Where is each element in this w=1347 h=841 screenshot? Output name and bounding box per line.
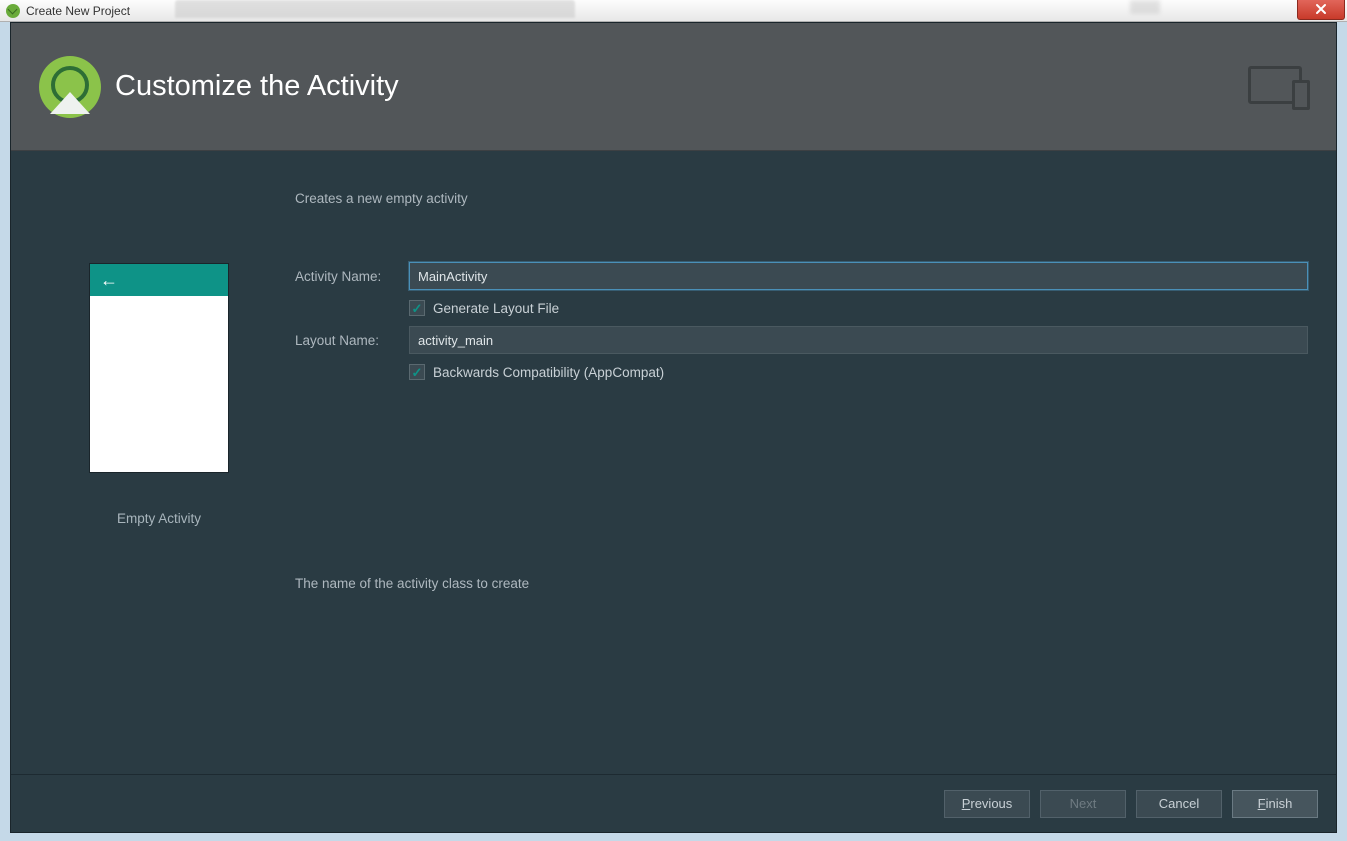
wizard-footer: Previous Next Cancel Finish bbox=[11, 774, 1336, 832]
background-blur bbox=[1130, 0, 1160, 14]
layout-name-input[interactable] bbox=[409, 326, 1308, 354]
generate-layout-checkbox[interactable]: ✓ bbox=[409, 300, 425, 316]
activity-name-input[interactable] bbox=[409, 262, 1308, 290]
window-close-button[interactable] bbox=[1297, 0, 1345, 20]
template-name: Empty Activity bbox=[117, 511, 201, 526]
finish-button-rest: inish bbox=[1266, 796, 1293, 811]
activity-name-row: Activity Name: bbox=[295, 262, 1308, 290]
template-preview-column: ← Empty Activity bbox=[73, 263, 245, 774]
checkmark-icon: ✓ bbox=[412, 366, 423, 379]
device-preview-icon bbox=[1248, 66, 1308, 108]
window-title: Create New Project bbox=[26, 4, 130, 18]
cancel-button[interactable]: Cancel bbox=[1136, 790, 1222, 818]
form-column: Creates a new empty activity Activity Na… bbox=[245, 191, 1318, 774]
previous-button-rest: revious bbox=[970, 796, 1012, 811]
layout-name-label: Layout Name: bbox=[295, 333, 403, 348]
back-arrow-icon: ← bbox=[100, 270, 118, 291]
layout-name-row: Layout Name: bbox=[295, 326, 1308, 354]
previous-button[interactable]: Previous bbox=[944, 790, 1030, 818]
window-titlebar: Create New Project bbox=[0, 0, 1347, 22]
backwards-compat-checkbox[interactable]: ✓ bbox=[409, 364, 425, 380]
activity-name-label: Activity Name: bbox=[295, 269, 403, 284]
wizard-header: Customize the Activity bbox=[11, 23, 1336, 151]
generate-layout-label[interactable]: Generate Layout File bbox=[433, 301, 559, 316]
wizard-dialog: Customize the Activity ← Empty Activity … bbox=[10, 22, 1337, 833]
field-help-text: The name of the activity class to create bbox=[295, 576, 1308, 591]
checkmark-icon: ✓ bbox=[412, 302, 423, 315]
template-description: Creates a new empty activity bbox=[295, 191, 1308, 206]
app-icon bbox=[6, 4, 20, 18]
background-tab-blur bbox=[175, 0, 575, 18]
close-icon bbox=[1315, 3, 1327, 15]
template-preview: ← bbox=[89, 263, 229, 473]
backwards-compat-row: ✓ Backwards Compatibility (AppCompat) bbox=[409, 364, 1308, 380]
wizard-title: Customize the Activity bbox=[115, 70, 399, 103]
generate-layout-row: ✓ Generate Layout File bbox=[409, 300, 1308, 316]
preview-appbar: ← bbox=[90, 264, 228, 296]
wizard-content: ← Empty Activity Creates a new empty act… bbox=[11, 151, 1336, 774]
android-studio-logo bbox=[39, 56, 101, 118]
finish-button[interactable]: Finish bbox=[1232, 790, 1318, 818]
backwards-compat-label[interactable]: Backwards Compatibility (AppCompat) bbox=[433, 365, 664, 380]
next-button[interactable]: Next bbox=[1040, 790, 1126, 818]
